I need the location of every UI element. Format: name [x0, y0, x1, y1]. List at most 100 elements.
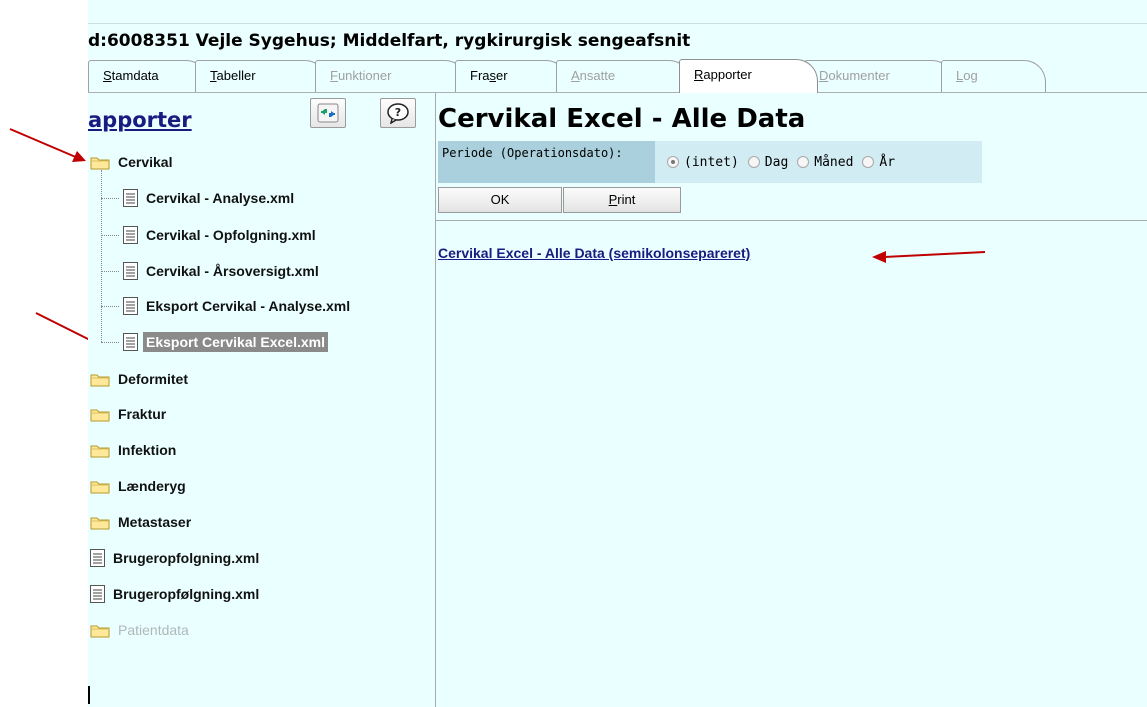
period-option-label: (intet) — [684, 154, 739, 170]
folder-icon — [90, 515, 110, 530]
tree-report-item[interactable]: Cervikal - Opfolgning.xml — [101, 223, 319, 247]
sidebar-title[interactable]: apporter — [88, 108, 192, 132]
ok-button[interactable]: OK — [438, 187, 562, 213]
tab-tabeller[interactable]: Tabeller — [195, 60, 327, 92]
tree-item-label: Cervikal - Analyse.xml — [146, 190, 295, 206]
tree-connector — [101, 306, 119, 307]
tab-accesskey: F — [330, 68, 338, 83]
tree-report-item[interactable]: Eksport Cervikal - Analyse.xml — [101, 294, 353, 318]
tab-fraser[interactable]: Fraser — [455, 60, 568, 92]
tree-report-item[interactable]: Cervikal - Analyse.xml — [101, 186, 297, 210]
tab-label-rest: nsatte — [579, 68, 616, 83]
tree-item-label: Infektion — [118, 442, 177, 458]
tab-accesskey: A — [571, 68, 580, 83]
tab-label-pre: Fra — [470, 68, 490, 83]
tab-log[interactable]: Log — [941, 60, 1046, 92]
print-label-rest: rint — [617, 192, 636, 207]
period-option[interactable]: Dag — [747, 154, 789, 170]
radio-button-icon[interactable] — [667, 156, 679, 168]
text-cursor — [88, 686, 90, 704]
help-button[interactable]: ? — [380, 98, 416, 128]
folder-icon — [90, 407, 110, 422]
report-panel: Cervikal Excel - Alle Data Periode (Oper… — [436, 93, 1147, 707]
tab-label-rest: apporter — [703, 67, 752, 82]
tree-folder[interactable]: Patientdata — [90, 618, 192, 642]
tree-item-label: Cervikal - Årsoversigt.xml — [146, 263, 319, 279]
document-icon — [123, 262, 138, 280]
application-window: d:6008351 Vejle Sygehus; Middelfart, ryg… — [88, 0, 1147, 707]
tab-dokumenter[interactable]: Dokumenter — [804, 60, 954, 92]
tab-label-rest: okumenter — [828, 68, 890, 83]
document-icon — [123, 226, 138, 244]
tab-stamdata[interactable]: Stamdata — [88, 60, 208, 92]
tree-item-label: Eksport Cervikal Excel.xml — [143, 332, 328, 352]
radio-button-icon[interactable] — [797, 156, 810, 168]
tree-report-item[interactable]: Brugeropfølgning.xml — [90, 582, 262, 606]
tree-report-item[interactable]: Brugeropfolgning.xml — [90, 546, 262, 570]
radio-button-icon[interactable] — [862, 156, 875, 168]
tree-item-label: Cervikal - Opfolgning.xml — [146, 227, 316, 243]
folder-icon — [90, 155, 110, 170]
tab-label-rest: unktioner — [337, 68, 392, 83]
folder-icon — [90, 623, 110, 638]
help-question-icon: ? — [387, 103, 409, 124]
tree-report-item[interactable]: Eksport Cervikal Excel.xml — [101, 330, 328, 354]
tree-item-label: Brugeropfølgning.xml — [113, 586, 260, 602]
folder-icon — [90, 372, 110, 387]
tab-funktioner[interactable]: Funktioner — [315, 60, 467, 92]
folder-icon — [90, 443, 110, 458]
tab-label-rest: og — [963, 68, 978, 83]
tab-rapporter[interactable]: Rapporter — [679, 59, 818, 93]
tree-folder[interactable]: Lænderyg — [90, 474, 189, 498]
window-title: d:6008351 Vejle Sygehus; Middelfart, ryg… — [88, 31, 691, 51]
tree-connector — [101, 170, 102, 342]
tree-item-label: Lænderyg — [118, 478, 186, 494]
period-option[interactable]: År — [862, 155, 895, 170]
document-icon — [123, 333, 138, 351]
tab-accesskey: R — [694, 67, 704, 82]
print-accesskey: P — [608, 192, 618, 207]
tree-item-label: Fraktur — [118, 406, 167, 422]
tree-item-label: Cervikal — [118, 154, 173, 170]
tab-label-rest: abeller — [216, 68, 256, 83]
tree-item-label: Deformitet — [118, 371, 189, 387]
tab-accesskey: S — [103, 68, 112, 83]
top-divider — [88, 23, 1147, 24]
tab-label-rest: er — [496, 68, 508, 83]
tree-item-label: Eksport Cervikal - Analyse.xml — [146, 298, 351, 314]
annotation-arrow-cervikal — [9, 128, 86, 162]
tree-folder[interactable]: Fraktur — [90, 402, 169, 426]
period-option-label: Dag — [764, 154, 789, 170]
report-sidebar: apporter ? Cervikal Cervikal - Analyse.xm… — [88, 93, 436, 707]
radio-button-icon[interactable] — [747, 156, 760, 168]
print-button[interactable]: Print — [563, 187, 681, 213]
period-option[interactable]: Måned — [797, 155, 853, 170]
period-option[interactable]: (intet) — [667, 155, 739, 170]
tree-folder[interactable]: Infektion — [90, 438, 179, 462]
document-icon — [123, 297, 138, 315]
annotation-arrow-report-link — [872, 251, 986, 263]
main-divider — [436, 220, 1147, 221]
refresh-arrows-icon — [317, 103, 339, 123]
tree-folder[interactable]: Metastaser — [90, 510, 194, 534]
period-radio-group: (intet) Dag Måned År — [655, 141, 982, 183]
refresh-button[interactable] — [310, 98, 346, 128]
tree-item-label: Metastaser — [118, 514, 192, 530]
period-option-label: Måned — [814, 154, 854, 170]
svg-text:?: ? — [395, 106, 401, 119]
period-option-label: År — [879, 154, 896, 170]
tab-bar: Stamdata Tabeller Funktioner Fraser Ansatte R… — [88, 57, 1147, 93]
document-icon — [90, 549, 105, 567]
page-title: Cervikal Excel - Alle Data — [438, 104, 806, 134]
tree-connector — [101, 235, 119, 236]
report-download-link[interactable]: Cervikal Excel - Alle Data (semikolonsep… — [438, 245, 750, 261]
tree-folder[interactable]: Deformitet — [90, 367, 191, 391]
document-icon — [90, 585, 105, 603]
tree-item-label: Brugeropfolgning.xml — [113, 550, 260, 566]
tree-folder[interactable]: Cervikal — [90, 150, 175, 174]
tree-item-label: Patientdata — [118, 622, 189, 638]
tab-ansatte[interactable]: Ansatte — [556, 60, 691, 92]
tree-report-item[interactable]: Cervikal - Årsoversigt.xml — [101, 259, 322, 283]
folder-icon — [90, 479, 110, 494]
tree-connector — [101, 198, 119, 199]
